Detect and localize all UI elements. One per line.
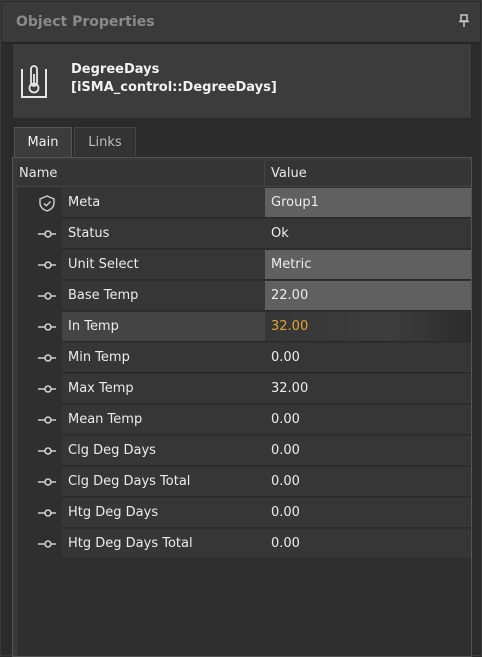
row-value-cell[interactable]: 32.00 [265,312,471,342]
row-name-cell: Meta [62,188,265,218]
row-value: 0.00 [271,443,300,458]
row-name-cell: Min Temp [62,343,265,373]
row-label: Htg Deg Days [68,505,159,520]
table-row-htg-deg-days-total[interactable]: Htg Deg Days Total 0.00 [17,529,471,560]
column-header-name[interactable]: Name [17,161,265,187]
row-value: 0.00 [271,505,300,520]
row-label: Status [68,226,110,241]
table-row-clg-deg-days[interactable]: Clg Deg Days 0.00 [17,436,471,467]
object-header: DegreeDays [iSMA_control::DegreeDays] [12,43,472,119]
table-row-in-temp[interactable]: In Temp 32.00 [17,312,471,343]
object-properties-panel: Object Properties DegreeDays [iSMA_contr… [0,0,482,657]
row-value-cell[interactable]: Group1 [265,188,471,218]
row-value-cell[interactable]: 22.00 [265,281,471,311]
row-label: Mean Temp [68,412,143,427]
row-label: Clg Deg Days Total [68,474,191,489]
slot-connector-icon [38,416,56,424]
tab-links[interactable]: Links [74,127,136,156]
tab-main[interactable]: Main [14,127,72,158]
row-label: Meta [68,195,101,210]
panel-title: Object Properties [16,14,155,30]
row-value: 0.00 [271,474,300,489]
table-row-mean-temp[interactable]: Mean Temp 0.00 [17,405,471,436]
row-value: 0.00 [271,412,300,427]
row-name-cell: Clg Deg Days [62,436,265,466]
row-value-cell[interactable]: 32.00 [265,374,471,404]
row-value: 0.00 [271,536,300,551]
row-name-cell: Htg Deg Days Total [62,529,265,559]
row-value-cell[interactable]: 0.00 [265,343,471,373]
object-type: [iSMA_control::DegreeDays] [71,80,277,95]
row-label: In Temp [68,319,119,334]
row-label: Clg Deg Days [68,443,156,458]
panel-titlebar: Object Properties [2,2,480,43]
table-row-meta[interactable]: Meta Group1 [17,188,471,219]
table-row-max-temp[interactable]: Max Temp 32.00 [17,374,471,405]
row-name-cell: Htg Deg Days [62,498,265,528]
row-name-cell: Mean Temp [62,405,265,435]
table-row-base-temp[interactable]: Base Temp 22.00 [17,281,471,312]
slot-connector-icon [38,478,56,486]
object-name: DegreeDays [71,62,160,77]
row-value: Group1 [271,195,319,210]
row-value: Metric [271,257,312,272]
thermometer-icon [21,65,47,98]
row-name-cell: Unit Select [62,250,265,280]
row-name-cell: Status [62,219,265,249]
slot-connector-icon [38,292,56,300]
properties-table: Name Value Meta Group1 Status Ok Unit Se… [17,161,471,656]
slot-connector-icon [38,385,56,393]
row-label: Min Temp [68,350,130,365]
row-value: 0.00 [271,350,300,365]
row-label: Max Temp [68,381,134,396]
slot-connector-icon [38,447,56,455]
row-value: 32.00 [271,381,309,396]
shield-check-icon [39,195,55,212]
table-row-status[interactable]: Status Ok [17,219,471,250]
row-value-cell[interactable]: Metric [265,250,471,280]
row-value-cell[interactable]: 0.00 [265,498,471,528]
pin-icon[interactable] [458,14,470,28]
row-name-cell: Base Temp [62,281,265,311]
table-row-clg-deg-days-total[interactable]: Clg Deg Days Total 0.00 [17,467,471,498]
slot-connector-icon [38,230,56,238]
table-row-min-temp[interactable]: Min Temp 0.00 [17,343,471,374]
slot-connector-icon [38,540,56,548]
row-value-cell[interactable]: Ok [265,219,471,249]
slot-connector-icon [38,323,56,331]
table-row-htg-deg-days[interactable]: Htg Deg Days 0.00 [17,498,471,529]
row-label: Base Temp [68,288,139,303]
row-value: 32.00 [271,319,309,334]
row-value-cell[interactable]: 0.00 [265,529,471,559]
slot-connector-icon [38,354,56,362]
row-label: Unit Select [68,257,139,272]
row-name-cell: Max Temp [62,374,265,404]
row-name-cell: Clg Deg Days Total [62,467,265,497]
row-value-cell[interactable]: 0.00 [265,436,471,466]
tab-bar: Main Links [12,127,472,158]
tab-content: Name Value Meta Group1 Status Ok Unit Se… [12,157,472,657]
column-header-value[interactable]: Value [265,161,471,187]
row-name-cell: In Temp [62,312,265,342]
slot-connector-icon [38,509,56,517]
table-row-unit-select[interactable]: Unit Select Metric [17,250,471,281]
row-value: 22.00 [271,288,309,303]
row-value-cell[interactable]: 0.00 [265,405,471,435]
row-label: Htg Deg Days Total [68,536,193,551]
row-value: Ok [271,226,289,241]
slot-connector-icon [38,261,56,269]
row-value-cell[interactable]: 0.00 [265,467,471,497]
